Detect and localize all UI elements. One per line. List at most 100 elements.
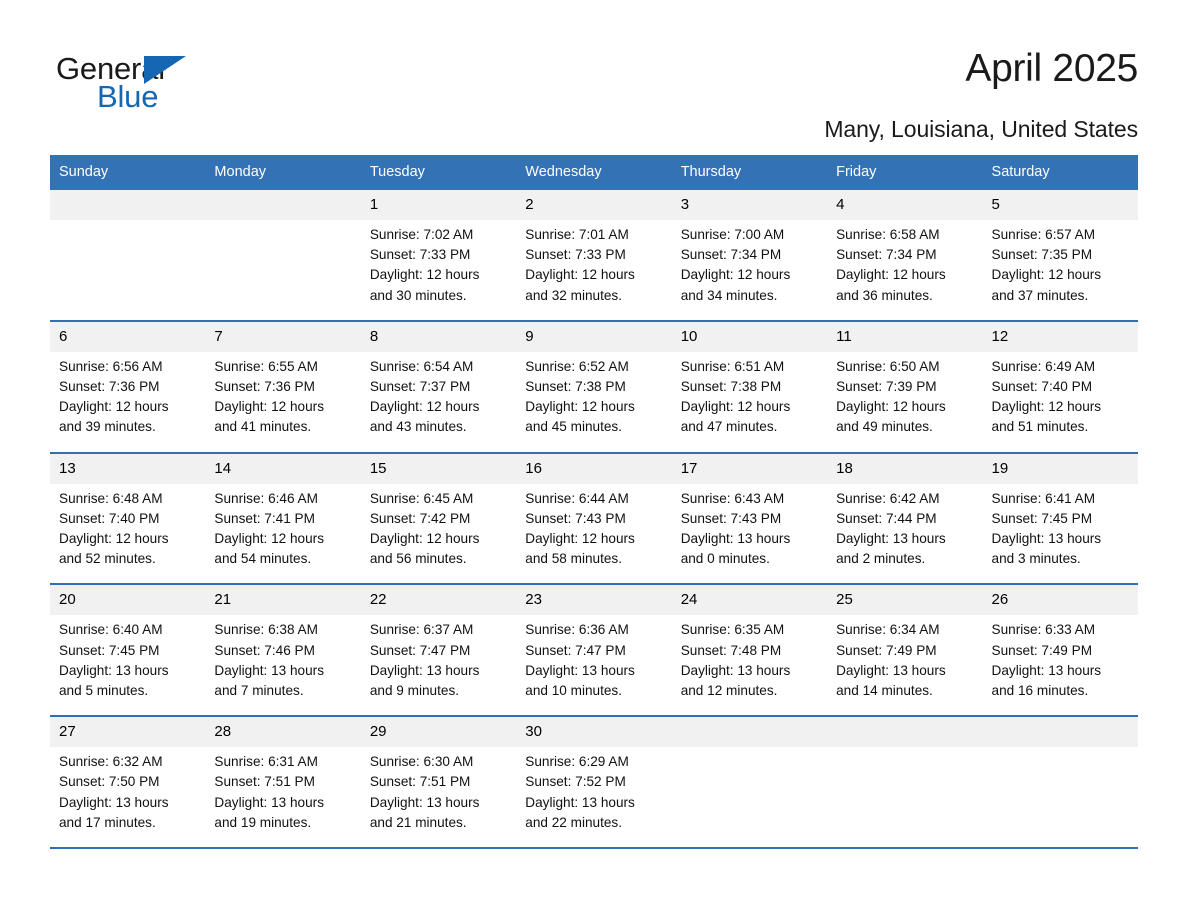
day-number-cell[interactable]: 28 (205, 715, 361, 748)
day-number-cell[interactable]: 7 (205, 319, 361, 352)
weekday-header-tuesday: Tuesday (360, 155, 517, 190)
weekday-header-wednesday: Wednesday (516, 155, 672, 190)
week-detail-row: Sunrise: 6:56 AM Sunset: 7:36 PM Daylight:… (50, 351, 1138, 453)
day-number-cell[interactable]: 29 (360, 715, 517, 748)
sunrise-text: Sunrise: 6:43 AM (680, 490, 785, 506)
day-number-cell[interactable]: 27 (50, 715, 206, 748)
week-daynumber-row: 12345 (50, 190, 1138, 220)
day-number-cell[interactable]: 20 (50, 583, 206, 616)
day-number-cell[interactable]: 14 (205, 451, 361, 484)
calendar-table: Sunday Monday Tuesday Wednesday Thursday… (50, 155, 1138, 850)
week-daynumber-row: 27 28 29 30 (50, 715, 1138, 748)
day-number-cell[interactable]: 30 (516, 715, 672, 748)
day-number-cell[interactable]: 19 (982, 451, 1138, 484)
day-detail-cell-empty (50, 220, 206, 321)
day-detail-cell: Sunrise: 6:34 AM Sunset: 7:49 PM Daylight:… (827, 615, 983, 717)
sunrise-text: Sunrise: 6:50 AM (836, 358, 940, 374)
daylight-text-line1: Daylight: 12 hours (991, 267, 1102, 283)
weekday-header-thursday: Thursday (671, 155, 828, 190)
daylight-text-line1: Daylight: 12 hours (59, 399, 169, 415)
day-number-cell[interactable]: 2 (516, 190, 672, 220)
sunset-text: Sunset: 7:43 PM (680, 510, 782, 526)
page-title: April 2025 (965, 47, 1138, 90)
sunrise-text: Sunrise: 6:33 AM (991, 622, 1096, 638)
daylight-text-line2: and 47 minutes. (680, 419, 778, 435)
day-detail-cell: Sunrise: 6:37 AM Sunset: 7:47 PM Daylight:… (360, 615, 517, 717)
daylight-text-line1: Daylight: 12 hours (369, 399, 480, 415)
daylight-text-line2: and 7 minutes. (214, 683, 304, 699)
day-detail-cell: Sunrise: 6:52 AM Sunset: 7:38 PM Daylight:… (516, 351, 672, 453)
day-number-cell[interactable]: 12 (982, 319, 1138, 352)
sunrise-text: Sunrise: 7:00 AM (680, 227, 785, 242)
daylight-text-line1: Daylight: 13 hours (991, 662, 1102, 678)
sunrise-text: Sunrise: 6:41 AM (991, 490, 1096, 506)
day-number-cell[interactable]: 6 (50, 319, 206, 352)
day-number-cell[interactable]: 8 (360, 319, 517, 352)
day-number-cell[interactable]: 15 (360, 451, 517, 484)
sunrise-text: Sunrise: 6:29 AM (525, 754, 629, 770)
day-number-cell[interactable]: 22 (360, 583, 517, 616)
day-number-cell[interactable]: 4 (827, 190, 983, 220)
day-detail-cell: Sunrise: 6:56 AM Sunset: 7:36 PM Daylight:… (50, 351, 206, 453)
daylight-text-line2: and 0 minutes. (680, 551, 770, 567)
day-number-cell[interactable]: 3 (671, 190, 828, 220)
daylight-text-line1: Daylight: 12 hours (525, 267, 635, 283)
day-number-cell[interactable]: 24 (671, 583, 828, 616)
sunset-text: Sunset: 7:43 PM (525, 510, 626, 526)
daylight-text-line1: Daylight: 13 hours (991, 531, 1102, 547)
sunset-text: Sunset: 7:40 PM (59, 510, 160, 526)
day-number-cell[interactable]: 13 (50, 451, 206, 484)
day-number-cell[interactable]: 17 (671, 451, 828, 484)
daylight-text-line2: and 52 minutes. (59, 551, 156, 567)
day-number-cell[interactable]: 18 (827, 451, 983, 484)
sunrise-text: Sunrise: 6:44 AM (525, 490, 629, 506)
day-detail-cell: Sunrise: 6:54 AM Sunset: 7:37 PM Daylight:… (360, 351, 517, 453)
day-number-cell[interactable]: 5 (982, 190, 1138, 220)
sunset-text: Sunset: 7:38 PM (525, 379, 626, 395)
day-number-cell[interactable]: 26 (982, 583, 1138, 616)
day-detail-cell: Sunrise: 7:01 AM Sunset: 7:33 PM Daylight:… (516, 220, 672, 321)
week-detail-row: Sunrise: 6:32 AM Sunset: 7:50 PM Daylight:… (50, 747, 1138, 848)
day-detail-cell: Sunrise: 6:55 AM Sunset: 7:36 PM Daylight:… (205, 351, 361, 453)
daylight-text-line1: Daylight: 13 hours (680, 662, 791, 678)
day-detail-cell: Sunrise: 7:02 AM Sunset: 7:33 PM Daylight:… (360, 220, 517, 321)
day-number-cell[interactable]: 10 (671, 319, 828, 352)
day-number-cell[interactable]: 9 (516, 319, 672, 352)
calendar-page: General Blue April 2025 Many, Louisiana,… (0, 0, 1188, 918)
daylight-text-line2: and 2 minutes. (836, 551, 926, 567)
sunset-text: Sunset: 7:47 PM (369, 642, 471, 658)
bottom-rule-cell (50, 847, 1138, 850)
sunset-text: Sunset: 7:40 PM (991, 379, 1093, 395)
sunset-text: Sunset: 7:52 PM (525, 774, 626, 790)
sunset-text: Sunset: 7:44 PM (836, 510, 937, 526)
day-number-cell[interactable]: 1 (360, 190, 517, 220)
sunrise-text: Sunrise: 6:55 AM (214, 358, 318, 374)
sunrise-text: Sunrise: 6:56 AM (59, 358, 163, 374)
day-number-cell[interactable]: 11 (827, 319, 983, 352)
daylight-text-line2: and 56 minutes. (369, 551, 467, 567)
day-detail-cell: Sunrise: 6:51 AM Sunset: 7:38 PM Daylight:… (671, 351, 828, 453)
sunset-text: Sunset: 7:49 PM (991, 642, 1093, 658)
sunrise-text: Sunrise: 6:58 AM (836, 227, 940, 242)
sunrise-text: Sunrise: 6:45 AM (369, 490, 474, 506)
sunrise-text: Sunrise: 6:57 AM (991, 227, 1096, 242)
sunset-text: Sunset: 7:45 PM (59, 642, 160, 658)
weekday-header-friday: Friday (827, 155, 983, 190)
daylight-text-line1: Daylight: 12 hours (991, 399, 1102, 415)
day-number-cell[interactable]: 25 (827, 583, 983, 616)
day-detail-cell: Sunrise: 6:32 AM Sunset: 7:50 PM Daylight:… (50, 747, 206, 848)
daylight-text-line1: Daylight: 13 hours (525, 794, 635, 810)
day-number-cell[interactable]: 23 (516, 583, 672, 616)
day-number-cell[interactable]: 21 (205, 583, 361, 616)
day-number-cell[interactable]: 16 (516, 451, 672, 484)
sunset-text: Sunset: 7:51 PM (369, 774, 471, 790)
daylight-text-line1: Daylight: 13 hours (836, 662, 946, 678)
day-cell-empty (50, 190, 206, 220)
sunset-text: Sunset: 7:50 PM (59, 774, 160, 790)
sunset-text: Sunset: 7:39 PM (836, 379, 937, 395)
day-detail-cell: Sunrise: 6:41 AM Sunset: 7:45 PM Daylight:… (982, 483, 1138, 585)
daylight-text-line2: and 36 minutes. (836, 287, 933, 303)
day-detail-cell: Sunrise: 7:00 AM Sunset: 7:34 PM Daylight:… (671, 220, 828, 321)
daylight-text-line2: and 49 minutes. (836, 419, 933, 435)
brand-logo[interactable]: General Blue (50, 44, 210, 120)
